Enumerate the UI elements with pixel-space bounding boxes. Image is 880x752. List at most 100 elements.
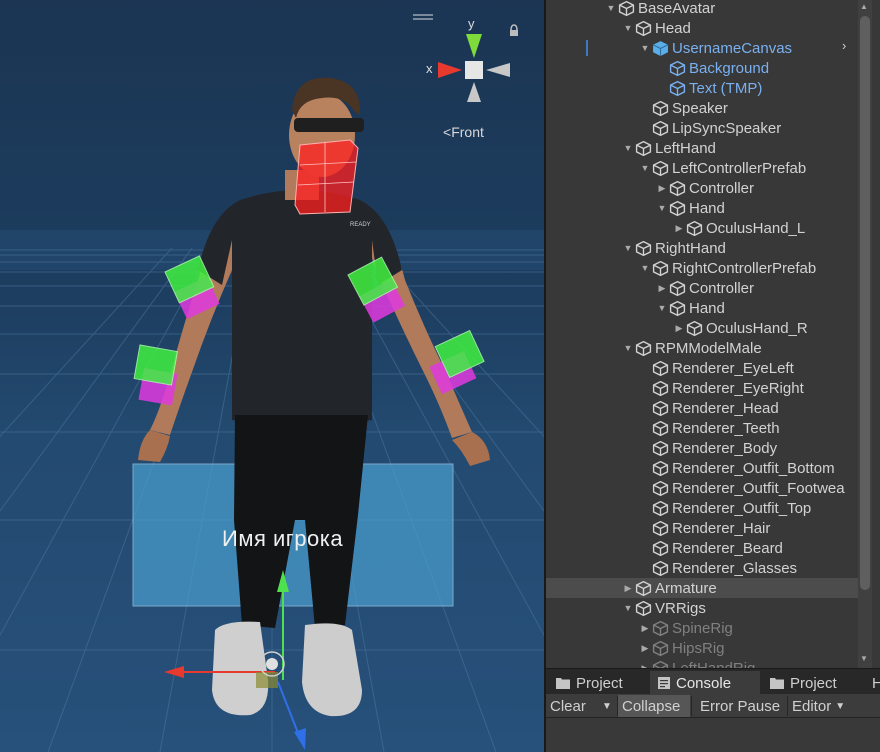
foldout-collapsed-icon[interactable]: ▶ xyxy=(638,623,652,634)
hierarchy-item[interactable]: ▼ LeftControllerPrefab xyxy=(546,158,858,178)
hierarchy-item-label: SpineRig xyxy=(672,619,733,637)
gameobject-cube-icon xyxy=(652,560,669,577)
hierarchy-item-label: RightControllerPrefab xyxy=(672,259,817,277)
scene-view[interactable]: READY y x <Front Имя игрока xyxy=(0,0,544,752)
folder-icon xyxy=(770,677,784,689)
gameobject-cube-icon xyxy=(652,260,669,277)
hierarchy-item-label: Renderer_Teeth xyxy=(672,419,780,437)
gameobject-cube-icon xyxy=(652,540,669,557)
foldout-expanded-icon[interactable]: ▼ xyxy=(621,23,635,33)
hierarchy-item[interactable]: ▶ Controller xyxy=(546,278,858,298)
hierarchy-item-label: Head xyxy=(655,19,691,37)
hierarchy-item[interactable]: ▶ HipsRig xyxy=(546,638,858,658)
foldout-collapsed-icon[interactable]: ▶ xyxy=(655,283,669,294)
hierarchy-item[interactable]: ▶ OculusHand_L xyxy=(546,218,858,238)
toolbar-divider xyxy=(691,696,692,716)
clear-options-dropdown[interactable]: ▼ xyxy=(598,695,616,717)
hierarchy-item[interactable]: ▶Renderer_Head xyxy=(546,398,858,418)
tab-console[interactable]: Console xyxy=(650,671,760,695)
hierarchy-item[interactable]: ▶Renderer_Outfit_Footwea xyxy=(546,478,858,498)
tab-project[interactable]: Project xyxy=(548,671,648,695)
clear-button[interactable]: Clear xyxy=(546,695,596,717)
hierarchy-panel[interactable]: ▼BaseAvatar▼Head▼UsernameCanvas▶Backgrou… xyxy=(546,0,880,668)
hierarchy-item[interactable]: ▶Renderer_EyeRight xyxy=(546,378,858,398)
hierarchy-item[interactable]: ▶Background xyxy=(546,58,858,78)
gameobject-cube-icon xyxy=(635,240,652,257)
hierarchy-item[interactable]: ▼ RightControllerPrefab xyxy=(546,258,858,278)
hierarchy-item-label: Hand xyxy=(689,299,725,317)
tab-project-2[interactable]: Project xyxy=(762,671,862,695)
hierarchy-item[interactable]: ▶ Controller xyxy=(546,178,858,198)
gameobject-cube-icon xyxy=(635,600,652,617)
foldout-expanded-icon[interactable]: ▼ xyxy=(638,263,652,273)
hierarchy-scrollbar-thumb[interactable] xyxy=(860,16,870,590)
gameobject-cube-icon xyxy=(652,360,669,377)
hierarchy-item[interactable]: ▶Renderer_Teeth xyxy=(546,418,858,438)
hierarchy-item[interactable]: ▶Renderer_Outfit_Bottom xyxy=(546,458,858,478)
hierarchy-item[interactable]: ▶Renderer_Glasses xyxy=(546,558,858,578)
hierarchy-item[interactable]: ▶LipSyncSpeaker xyxy=(546,118,858,138)
hierarchy-item[interactable]: ▶ SpineRig xyxy=(546,618,858,638)
hierarchy-item[interactable]: ▶ LeftHandRig xyxy=(546,658,858,668)
gameobject-cube-icon xyxy=(669,180,686,197)
orientation-label[interactable]: <Front xyxy=(443,124,484,140)
hierarchy-item[interactable]: ▼ UsernameCanvas xyxy=(546,38,858,58)
gameobject-cube-icon xyxy=(652,620,669,637)
hierarchy-item[interactable]: ▼ Head xyxy=(546,18,858,38)
hierarchy-item[interactable]: ▶ OculusHand_R xyxy=(546,318,858,338)
foldout-collapsed-icon[interactable]: ▶ xyxy=(672,223,686,234)
foldout-expanded-icon[interactable]: ▼ xyxy=(638,163,652,173)
console-log-area[interactable] xyxy=(546,718,880,752)
hierarchy-item-label: LeftControllerPrefab xyxy=(672,159,807,177)
editor-dropdown[interactable]: Editor ▼ xyxy=(788,695,854,717)
gameobject-cube-icon xyxy=(635,340,652,357)
hierarchy-item[interactable]: ▼ Hand xyxy=(546,198,858,218)
gameobject-cube-icon xyxy=(652,500,669,517)
hierarchy-item[interactable]: ▼ Hand xyxy=(546,298,858,318)
hierarchy-item[interactable]: ▶Renderer_Outfit_Top xyxy=(546,498,858,518)
hierarchy-item-label: LipSyncSpeaker xyxy=(672,119,782,137)
foldout-expanded-icon[interactable]: ▼ xyxy=(621,243,635,253)
hierarchy-item[interactable]: ▶Renderer_Body xyxy=(546,438,858,458)
foldout-expanded-icon[interactable]: ▼ xyxy=(655,303,669,313)
chevron-right-icon[interactable]: › xyxy=(842,38,846,53)
hierarchy-item-label: BaseAvatar xyxy=(638,0,716,17)
hierarchy-item-label: LeftHand xyxy=(655,139,716,157)
hierarchy-item[interactable]: ▶Speaker xyxy=(546,98,858,118)
foldout-collapsed-icon[interactable]: ▶ xyxy=(655,183,669,194)
scene-viewport[interactable]: READY xyxy=(0,0,544,752)
axis-x-label[interactable]: x xyxy=(426,61,433,76)
foldout-expanded-icon[interactable]: ▼ xyxy=(621,143,635,153)
foldout-collapsed-icon[interactable]: ▶ xyxy=(638,643,652,654)
hierarchy-item-label: OculusHand_R xyxy=(706,319,808,337)
foldout-expanded-icon[interactable]: ▼ xyxy=(621,343,635,353)
hierarchy-item[interactable]: ▶Renderer_Hair xyxy=(546,518,858,538)
hierarchy-item[interactable]: ▼ BaseAvatar xyxy=(546,0,858,18)
hierarchy-item[interactable]: ▶Text (TMP) xyxy=(546,78,858,98)
foldout-expanded-icon[interactable]: ▼ xyxy=(655,203,669,213)
foldout-expanded-icon[interactable]: ▼ xyxy=(604,3,618,13)
axis-y-label[interactable]: y xyxy=(468,16,475,31)
hierarchy-item[interactable]: ▶ Armature xyxy=(546,578,858,598)
hierarchy-item[interactable]: ▶Renderer_Beard xyxy=(546,538,858,558)
gameobject-cube-icon xyxy=(686,220,703,237)
hierarchy-item[interactable]: ▶Renderer_EyeLeft xyxy=(546,358,858,378)
foldout-collapsed-icon[interactable]: ▶ xyxy=(621,583,635,594)
foldout-expanded-icon[interactable]: ▼ xyxy=(621,603,635,613)
foldout-collapsed-icon[interactable]: ▶ xyxy=(672,323,686,334)
scroll-down-icon[interactable]: ▼ xyxy=(860,654,868,663)
hierarchy-item[interactable]: ▼ RightHand xyxy=(546,238,858,258)
collapse-toggle[interactable]: Collapse xyxy=(618,695,690,717)
hierarchy-item[interactable]: ▼ RPMModelMale xyxy=(546,338,858,358)
canvas-player-name-text: Имя игрока xyxy=(222,526,344,551)
scroll-up-icon[interactable]: ▲ xyxy=(860,2,868,11)
hierarchy-item[interactable]: ▼ VRRigs xyxy=(546,598,858,618)
gameobject-cube-icon xyxy=(652,400,669,417)
prefab-override-bar xyxy=(586,40,588,56)
hierarchy-item-label: Renderer_Body xyxy=(672,439,778,457)
tab-hierarchy-truncated[interactable]: H xyxy=(864,671,880,695)
foldout-expanded-icon[interactable]: ▼ xyxy=(638,43,652,53)
error-pause-toggle[interactable]: Error Pause xyxy=(696,695,786,717)
hierarchy-item-label: LeftHandRig xyxy=(672,659,756,669)
hierarchy-item[interactable]: ▼ LeftHand xyxy=(546,138,858,158)
